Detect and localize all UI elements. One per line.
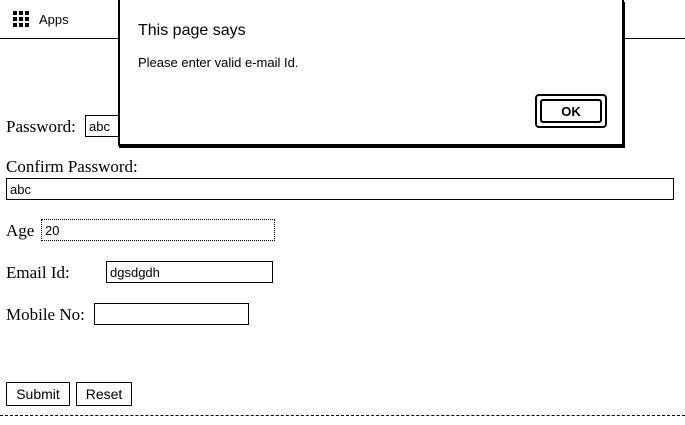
apps-shortcut[interactable]: Apps	[13, 10, 69, 28]
reset-button[interactable]: Reset	[76, 382, 132, 406]
alert-dialog: This page says Please enter valid e-mail…	[118, 0, 624, 146]
dialog-title: This page says	[138, 22, 246, 39]
mobile-label: Mobile No:	[6, 305, 85, 324]
email-label: Email Id:	[6, 263, 70, 282]
ok-button-label: OK	[540, 99, 602, 123]
grid-icon	[13, 11, 29, 27]
age-label: Age	[6, 221, 35, 240]
age-field[interactable]	[41, 219, 275, 241]
page-bottom-divider	[0, 415, 685, 416]
email-field[interactable]	[106, 261, 273, 283]
submit-button[interactable]: Submit	[6, 382, 70, 406]
confirm-password-field[interactable]	[6, 178, 674, 200]
dialog-message: Please enter valid e-mail Id.	[138, 55, 299, 70]
confirm-password-label: Confirm Password:	[6, 157, 138, 176]
mobile-field[interactable]	[94, 303, 249, 325]
apps-label: Apps	[39, 11, 69, 27]
password-label: Password:	[6, 117, 76, 136]
ok-button[interactable]: OK	[535, 94, 607, 128]
